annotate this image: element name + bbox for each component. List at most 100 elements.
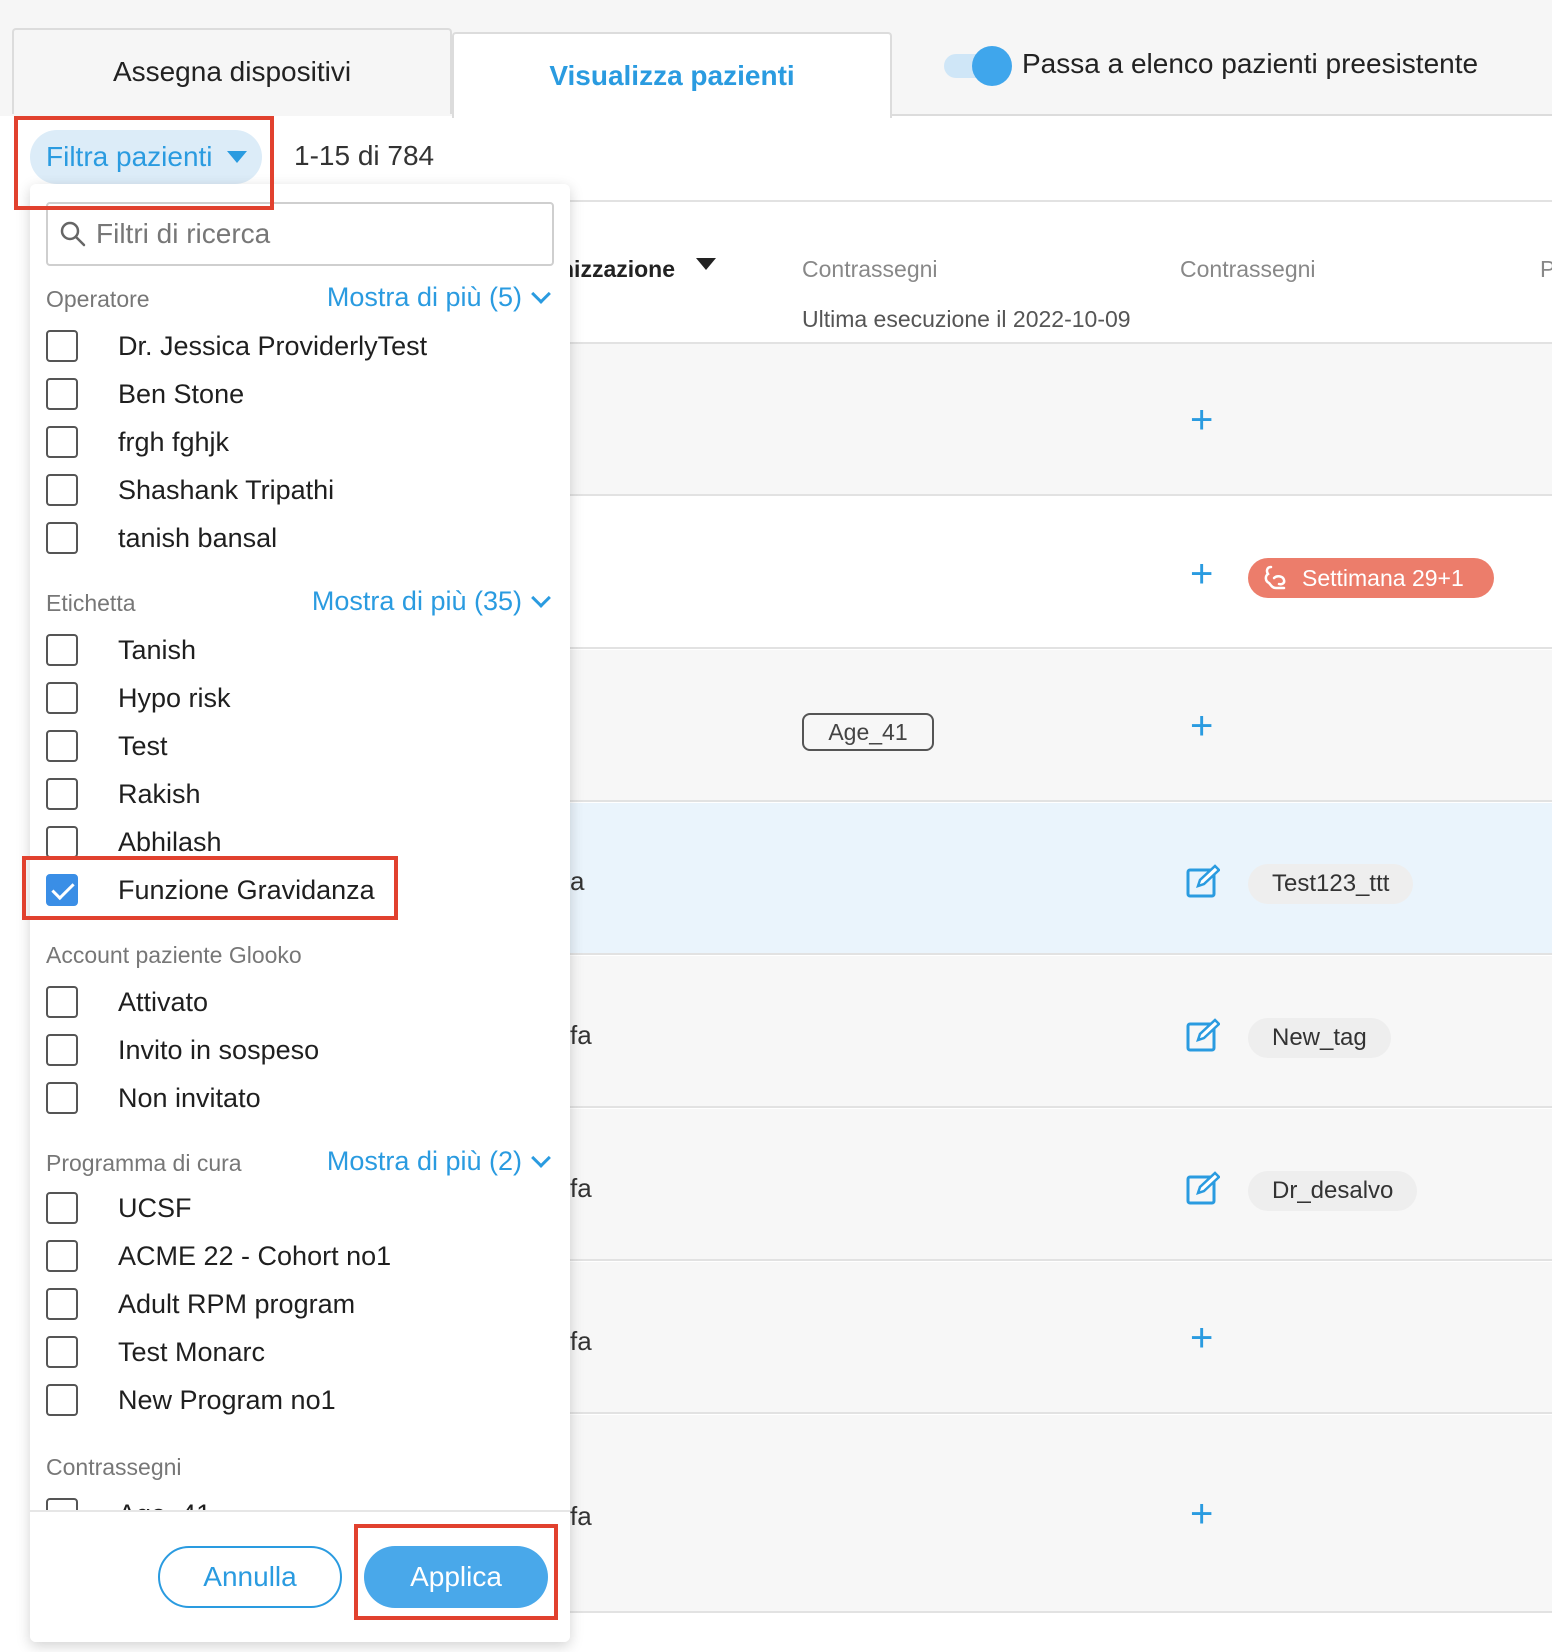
checkbox[interactable]	[46, 330, 78, 362]
checkbox-option[interactable]: Adult RPM program	[46, 1284, 355, 1324]
checkbox[interactable]	[46, 1288, 78, 1320]
checkbox-option-pregnancy[interactable]: Funzione Gravidanza	[46, 870, 375, 910]
checkbox[interactable]	[46, 1082, 78, 1114]
pregnancy-icon	[1264, 565, 1286, 590]
checkbox[interactable]	[46, 426, 78, 458]
option-label: Adult RPM program	[118, 1288, 356, 1319]
checkbox[interactable]	[46, 778, 78, 810]
option-label: UCSF	[118, 1192, 192, 1223]
checkbox[interactable]	[46, 522, 78, 554]
row-org-text: a	[570, 866, 585, 896]
option-label: Tanish	[118, 634, 197, 665]
add-tag-plus-icon[interactable]: +	[1190, 400, 1213, 440]
checkbox-option[interactable]: Tanish	[46, 630, 196, 670]
checkbox-checked[interactable]	[46, 874, 78, 906]
checkbox-option[interactable]: Hypo risk	[46, 678, 231, 718]
add-tag-plus-icon[interactable]: +	[1190, 1494, 1213, 1534]
option-label: tanish bansal	[118, 522, 278, 553]
option-label: Non invitato	[118, 1082, 261, 1113]
filter-button-label: Filtra pazienti	[46, 141, 213, 172]
patient-tag: Test123_ttt	[1248, 864, 1414, 904]
option-label: Funzione Gravidanza	[118, 874, 375, 905]
table-row[interactable]	[548, 1262, 1552, 1414]
row-org-text: fa	[570, 1501, 592, 1531]
cancel-button[interactable]: Annulla	[158, 1546, 342, 1608]
toggle-label: Passa a elenco pazienti preesistente	[1022, 48, 1479, 79]
checkbox-option[interactable]: UCSF	[46, 1188, 192, 1228]
column-header-flags-2: Contrassegni	[1180, 256, 1316, 282]
checkbox-option[interactable]: Abhilash	[46, 822, 222, 862]
show-more-label: Mostra di più (5)	[326, 282, 522, 312]
show-more-program[interactable]: Mostra di più (2)	[327, 1146, 551, 1177]
checkbox[interactable]	[46, 634, 78, 666]
filter-search-box[interactable]	[46, 202, 554, 266]
section-title-flags: Contrassegni	[46, 1454, 182, 1480]
section-title-operator: Operatore	[46, 286, 150, 312]
pregnancy-week-badge: Settimana 29+1	[1248, 558, 1494, 598]
checkbox-option[interactable]: Ben Stone	[46, 374, 244, 414]
table-top-divider	[548, 200, 1552, 202]
checkbox-option[interactable]: Shashank Tripathi	[46, 470, 334, 510]
sort-desc-icon[interactable]	[696, 258, 716, 270]
checkbox-option[interactable]: Non invitato	[46, 1078, 261, 1118]
tab-bar: Assegna dispositivi Visualizza pazienti …	[0, 0, 1552, 118]
table-row[interactable]	[548, 650, 1552, 802]
checkbox[interactable]	[46, 986, 78, 1018]
patient-tag: New_tag	[1248, 1018, 1391, 1058]
option-label: Ben Stone	[118, 378, 245, 409]
checkbox[interactable]	[46, 1240, 78, 1272]
edit-tags-icon[interactable]	[1186, 1018, 1220, 1052]
add-tag-plus-icon[interactable]: +	[1190, 1318, 1213, 1358]
edit-tags-icon[interactable]	[1186, 864, 1220, 898]
checkbox-option[interactable]: Attivato	[46, 982, 208, 1022]
checkbox[interactable]	[46, 1336, 78, 1368]
checkbox-option[interactable]: Invito in sospeso	[46, 1030, 319, 1070]
option-label: ACME 22 - Cohort no1	[118, 1240, 392, 1271]
checkbox[interactable]	[46, 1192, 78, 1224]
option-label: Invito in sospeso	[118, 1034, 320, 1065]
edit-tags-icon[interactable]	[1186, 1171, 1220, 1205]
checkbox[interactable]	[46, 730, 78, 762]
checkbox-option[interactable]: Test Monarc	[46, 1332, 265, 1372]
checkbox-option[interactable]: tanish bansal	[46, 518, 277, 558]
checkbox-option[interactable]: Dr. Jessica ProviderlyTest	[46, 326, 427, 366]
column-header-flags: Contrassegni	[802, 256, 938, 282]
show-more-label-section[interactable]: Mostra di più (35)	[312, 586, 551, 617]
tab-view-patients[interactable]: Visualizza pazienti	[452, 32, 892, 118]
filter-panel-footer: Annulla Applica	[30, 1510, 570, 1642]
checkbox[interactable]	[46, 1034, 78, 1066]
checkbox[interactable]	[46, 1384, 78, 1416]
table-row[interactable]	[548, 1415, 1552, 1613]
filter-search-input[interactable]	[96, 218, 536, 250]
legacy-list-toggle[interactable]	[944, 46, 1012, 86]
checkbox-option[interactable]: Rakish	[46, 774, 201, 814]
apply-button[interactable]: Applica	[364, 1546, 548, 1608]
checkbox[interactable]	[46, 826, 78, 858]
add-tag-plus-icon[interactable]: +	[1190, 706, 1213, 746]
column-header-organization[interactable]: nizzazione	[560, 256, 675, 283]
pregnancy-week-text: Settimana 29+1	[1302, 564, 1464, 591]
column-header-flags-subtitle: Ultima esecuzione il 2022-10-09	[802, 306, 1131, 332]
pagination-count: 1-15 di 784	[294, 140, 435, 171]
age-flag-badge: Age_41	[802, 713, 934, 751]
checkbox-option[interactable]: Test	[46, 726, 168, 766]
add-tag-plus-icon[interactable]: +	[1190, 554, 1213, 594]
option-label: New Program no1	[118, 1384, 336, 1415]
filter-patients-button[interactable]: Filtra pazienti	[30, 130, 262, 184]
checkbox-option[interactable]: New Program no1	[46, 1380, 336, 1420]
checkbox-option[interactable]: frgh fghjk	[46, 422, 229, 462]
checkbox[interactable]	[46, 682, 78, 714]
option-label: Test	[118, 730, 168, 761]
row-org-text: fa	[570, 1020, 592, 1050]
checkbox[interactable]	[46, 378, 78, 410]
row-org-text: fa	[570, 1173, 592, 1203]
checkbox[interactable]	[46, 474, 78, 506]
table-row[interactable]	[548, 344, 1552, 496]
section-title-account: Account paziente Glooko	[46, 942, 302, 968]
tab-assign-devices[interactable]: Assegna dispositivi	[12, 28, 452, 114]
option-label: Dr. Jessica ProviderlyTest	[118, 330, 428, 361]
checkbox-option[interactable]: ACME 22 - Cohort no1	[46, 1236, 391, 1276]
show-more-operator[interactable]: Mostra di più (5)	[326, 282, 551, 313]
table-row[interactable]	[548, 956, 1552, 1108]
option-label: Hypo risk	[118, 682, 231, 713]
